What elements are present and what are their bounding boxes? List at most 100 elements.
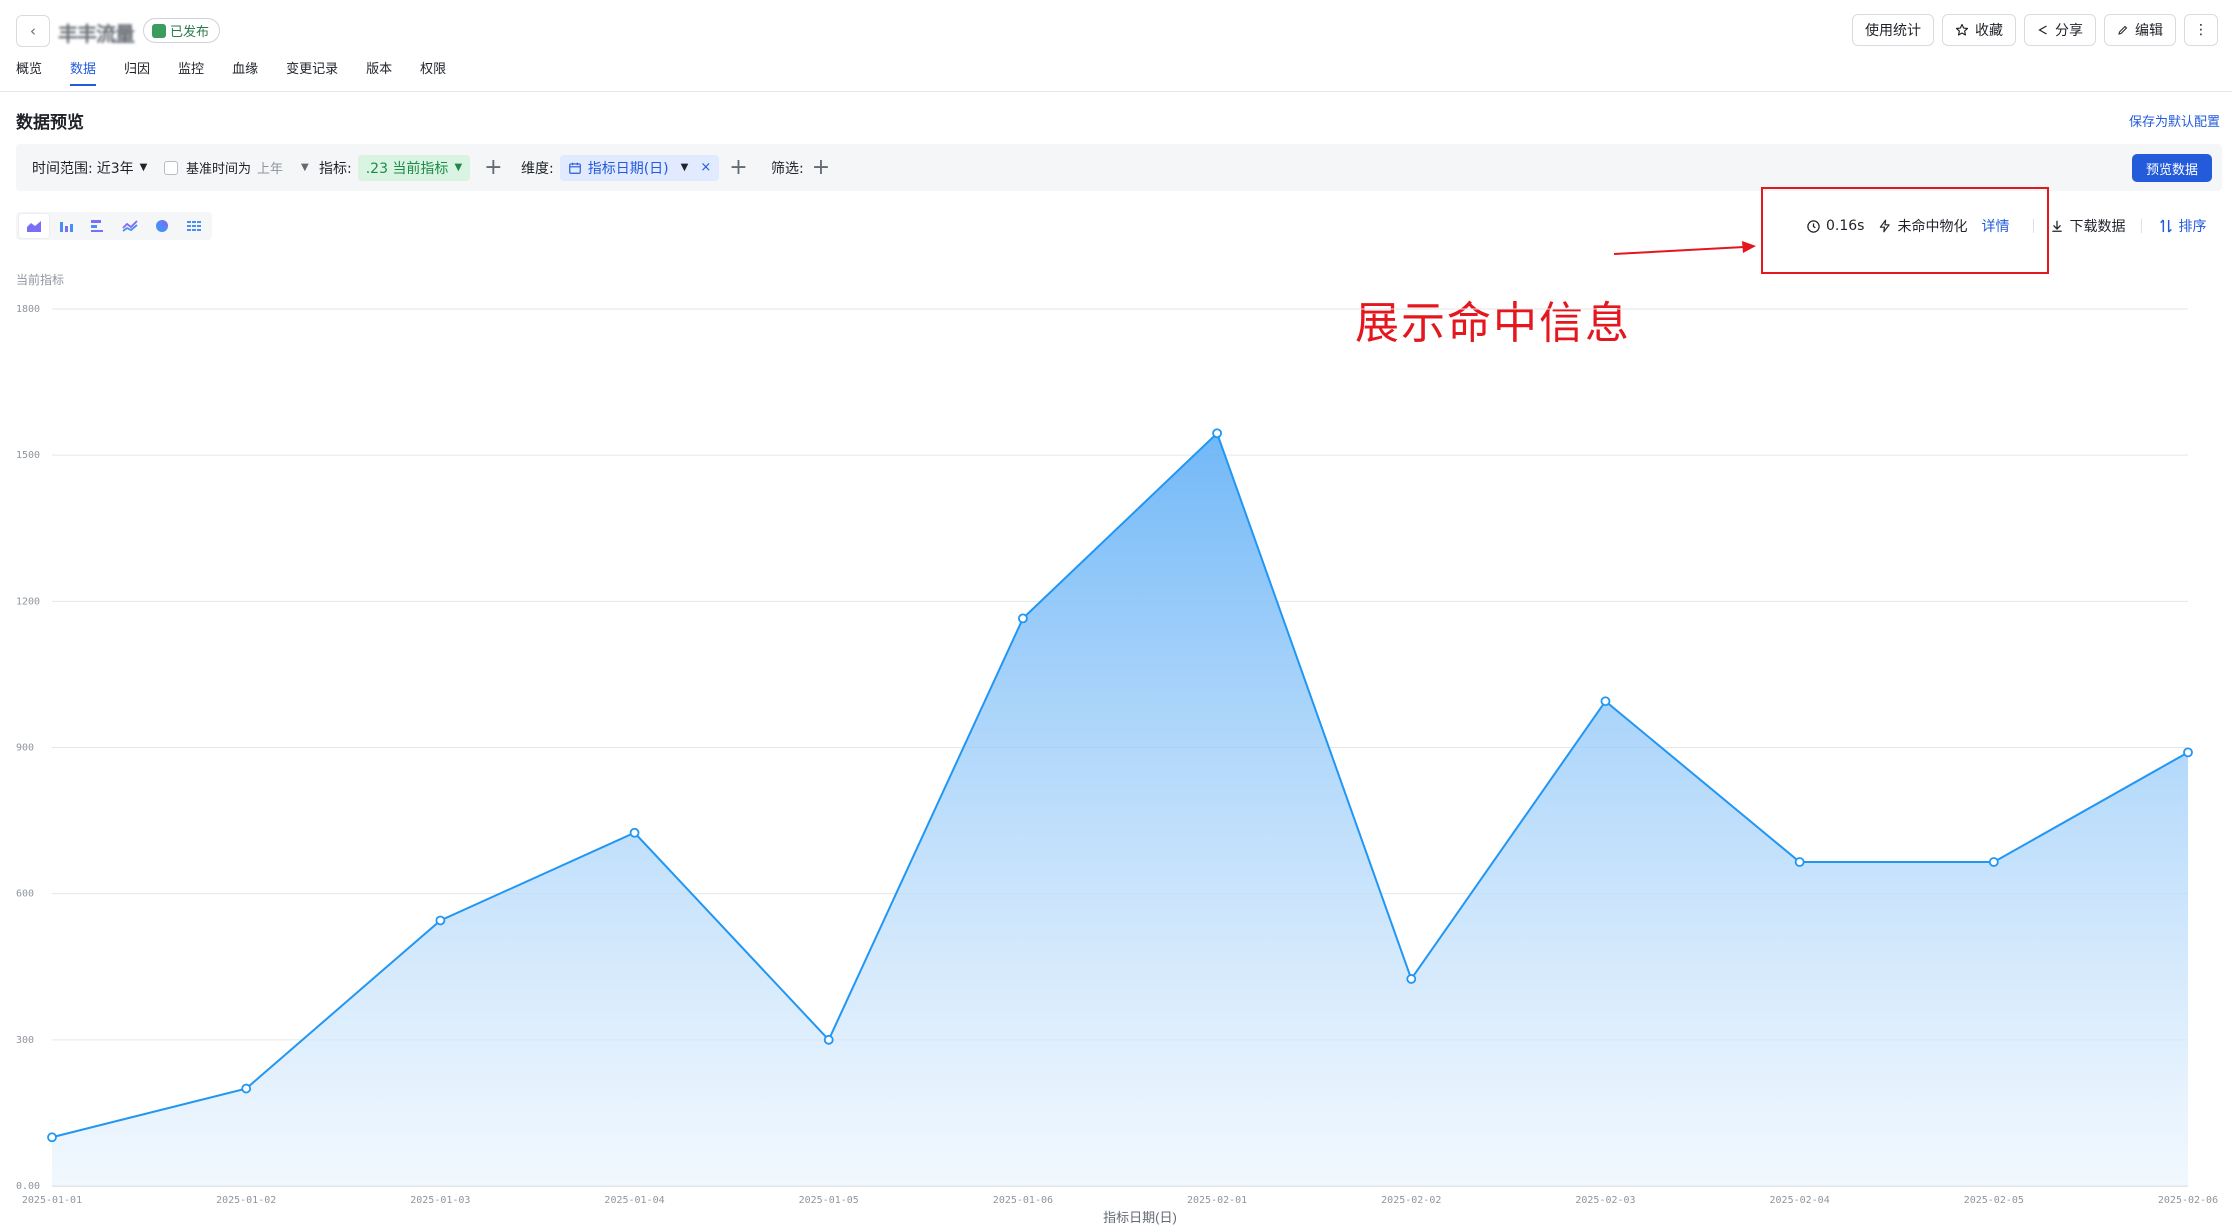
more-button[interactable]: ⋮ <box>2184 14 2218 46</box>
share-icon <box>2038 25 2047 35</box>
more-vertical-icon: ⋮ <box>2194 22 2208 38</box>
data-point <box>1988 857 1999 867</box>
download-label: 下载数据 <box>2069 219 2126 235</box>
x-tick-label: 2025-02-01 <box>1187 1195 1247 1206</box>
x-tick-label: 2025-01-03 <box>410 1195 470 1206</box>
data-point <box>1018 613 1028 624</box>
x-tick-label: 2025-02-06 <box>2158 1195 2218 1206</box>
data-point <box>435 915 446 926</box>
x-tick-label: 2025-01-01 <box>22 1195 82 1206</box>
favorite-label: 收藏 <box>1975 23 2003 39</box>
calendar-icon <box>568 162 581 174</box>
metric-chip[interactable]: .23 当前指标 ▼ <box>357 154 471 181</box>
metric-label: 指标: <box>319 160 352 177</box>
bar-chart-button[interactable] <box>51 214 81 238</box>
data-point <box>47 1132 57 1143</box>
chevron-left-icon: ‹ <box>30 22 36 40</box>
annotation-box <box>1761 187 2049 274</box>
condition-filter: 筛选: + <box>771 144 830 191</box>
share-label: 分享 <box>2055 23 2083 39</box>
x-tick-label: 2025-02-03 <box>1575 1195 1635 1206</box>
sort-button[interactable]: 排序 <box>2158 216 2206 236</box>
pie-chart-button[interactable] <box>147 214 177 238</box>
area-chart-button[interactable] <box>19 214 49 238</box>
tab-changelog[interactable]: 变更记录 <box>286 60 338 90</box>
dimension-chip[interactable]: 指标日期(日) ▼ × <box>559 154 720 181</box>
y-tick-label: 1500 <box>16 450 40 461</box>
time-range-filter[interactable]: 时间范围: 近3年 ▼ <box>32 144 147 191</box>
baseline-filter[interactable]: 基准时间为 上年 ▼ <box>164 144 309 191</box>
filter-bar: 时间范围: 近3年 ▼ 基准时间为 上年 ▼ 指标: .23 当前指标 ▼ + … <box>16 144 2222 191</box>
x-tick-label: 2025-01-06 <box>993 1195 1053 1206</box>
download-button[interactable]: 下载数据 <box>2050 216 2125 236</box>
y-tick-label: 300 <box>16 1035 34 1046</box>
y-tick-label: 600 <box>16 889 34 900</box>
tab-data[interactable]: 数据 <box>70 60 97 90</box>
tab-lineage[interactable]: 血缘 <box>232 60 258 90</box>
data-point <box>1794 857 1805 867</box>
area-chart: 0.00 300 600 900 1200 1500 1800 2025-01-01 2025-… <box>16 304 2218 1225</box>
tab-version[interactable]: 版本 <box>366 60 392 90</box>
back-button[interactable]: ‹ <box>16 15 50 47</box>
metric-filter: 指标: .23 当前指标 ▼ + <box>319 144 503 191</box>
edit-label: 编辑 <box>2135 23 2163 39</box>
tab-attribution[interactable]: 归因 <box>124 60 150 90</box>
tab-monitor[interactable]: 监控 <box>178 60 204 90</box>
header-actions: 使用统计 收藏 分享 编辑 ⋮ <box>1852 14 2218 46</box>
close-icon[interactable]: × <box>700 160 711 175</box>
dimension-label: 维度: <box>521 160 554 177</box>
favorite-button[interactable]: 收藏 <box>1942 14 2016 46</box>
baseline-label: 基准时间为 <box>186 162 252 177</box>
time-range-label: 时间范围: <box>32 160 93 177</box>
data-point <box>1212 428 1222 439</box>
series-area <box>52 433 2188 1186</box>
tab-overview[interactable]: 概览 <box>16 60 42 90</box>
tab-bar: 概览 数据 归因 监控 血缘 变更记录 版本 权限 <box>16 60 474 90</box>
line-chart-button[interactable] <box>115 214 145 238</box>
add-filter-icon[interactable]: + <box>812 156 830 179</box>
sort-label: 排序 <box>2178 219 2207 235</box>
y-tick-label: 1800 <box>16 304 40 315</box>
pencil-icon <box>2118 25 2128 35</box>
line-chart-icon <box>122 220 138 232</box>
annotation-arrow-icon <box>1613 241 1756 255</box>
edit-button[interactable]: 编辑 <box>2104 14 2176 46</box>
section-title: 数据预览 <box>16 113 84 133</box>
horizontal-bar-button[interactable] <box>83 214 113 238</box>
time-range-value: 近3年 <box>96 160 134 177</box>
share-button[interactable]: 分享 <box>2024 14 2096 46</box>
published-icon <box>152 23 166 38</box>
status-badge: 已发布 <box>143 18 221 43</box>
add-dimension-icon[interactable]: + <box>729 156 747 179</box>
data-point <box>629 827 640 838</box>
bar-chart-icon <box>60 222 73 232</box>
caret-down-icon: ▼ <box>301 162 309 173</box>
table-button[interactable] <box>179 214 209 238</box>
dimension-value: 指标日期(日) <box>587 160 669 177</box>
chart-type-switcher <box>16 212 212 240</box>
page-header: ‹ 丰丰流量 已发布 使用统计 收藏 分享 编辑 ⋮ 概览 数据 归因 监控 血… <box>0 0 2232 92</box>
data-point <box>823 1034 834 1045</box>
horizontal-bar-icon <box>91 220 103 232</box>
star-icon <box>1955 23 1969 36</box>
x-tick-label: 2025-01-05 <box>799 1195 859 1206</box>
baseline-checkbox[interactable] <box>164 160 178 175</box>
y-axis-title: 当前指标 <box>16 273 65 287</box>
usage-stats-button[interactable]: 使用统计 <box>1852 14 1934 46</box>
add-metric-icon[interactable]: + <box>484 156 502 179</box>
pie-chart-icon <box>156 220 168 232</box>
x-tick-label: 2025-01-04 <box>604 1195 664 1206</box>
preview-data-button[interactable]: 预览数据 <box>2131 154 2212 182</box>
tab-permission[interactable]: 权限 <box>420 60 446 90</box>
save-default-link[interactable]: 保存为默认配置 <box>2129 111 2220 130</box>
data-point <box>2183 747 2193 758</box>
x-tick-label: 2025-02-05 <box>1964 1195 2024 1206</box>
baseline-value: 上年 <box>257 162 284 177</box>
y-tick-label: 1200 <box>16 596 40 607</box>
sort-icon <box>2160 219 2173 233</box>
dimension-filter: 维度: 指标日期(日) ▼ × + <box>521 144 748 191</box>
data-point <box>1406 974 1417 984</box>
filter-label: 筛选: <box>771 160 804 177</box>
x-tick-label: 2025-01-02 <box>216 1195 276 1206</box>
page-title: 丰丰流量 <box>58 22 135 46</box>
